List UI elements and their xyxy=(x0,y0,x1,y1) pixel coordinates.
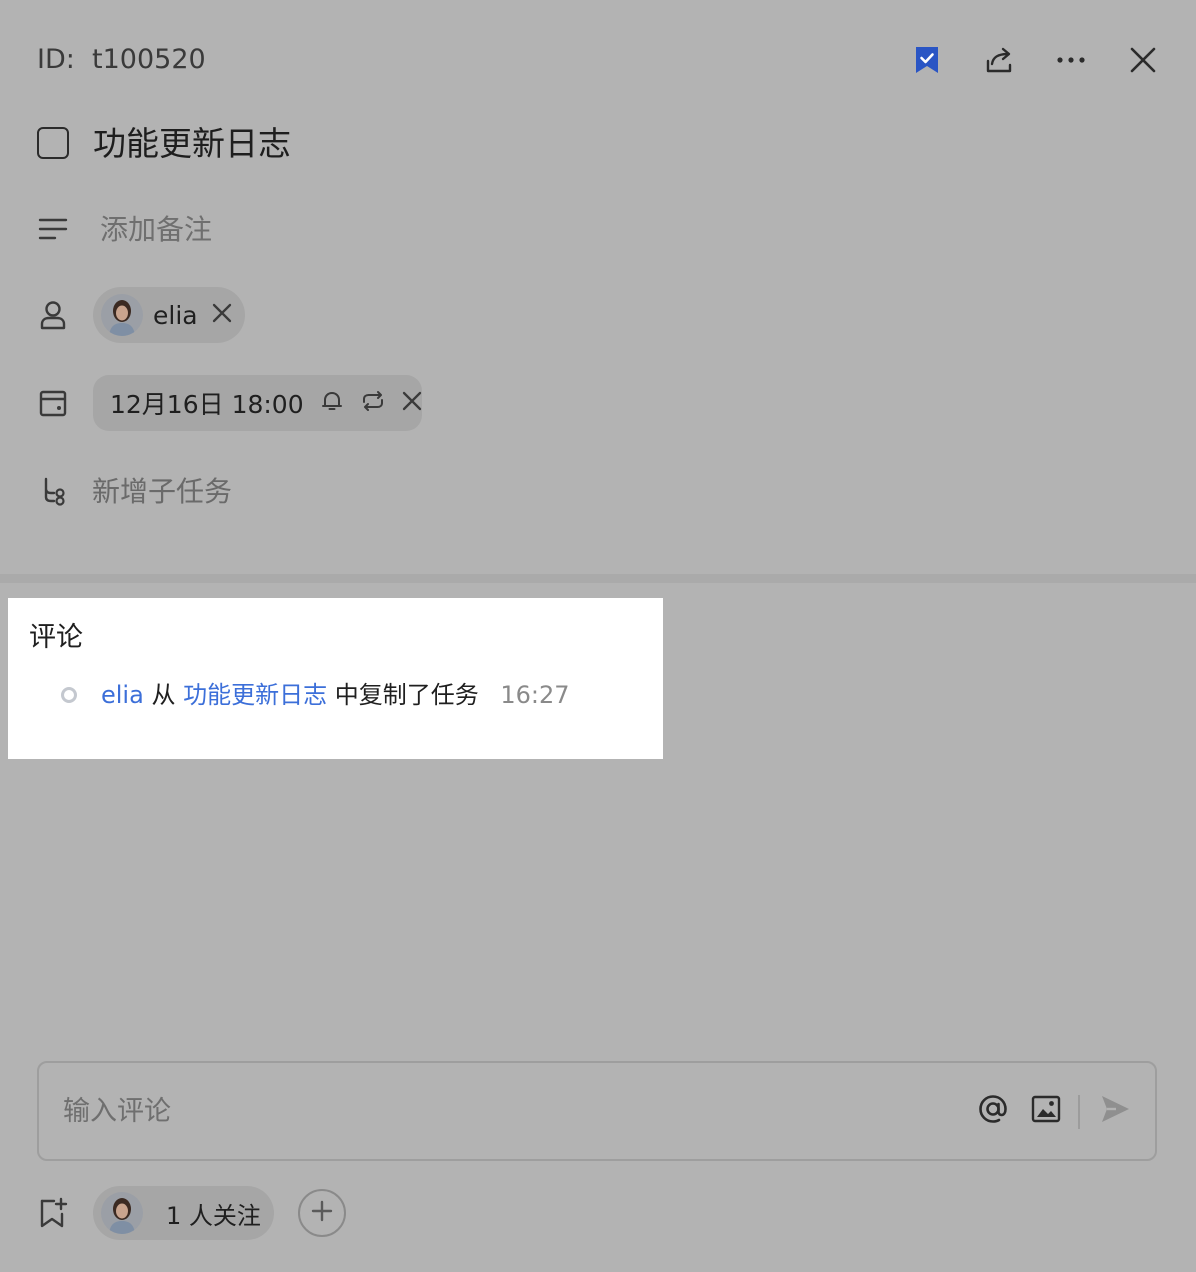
timeline-dot xyxy=(61,687,77,703)
note-icon xyxy=(34,210,72,248)
reminder-button[interactable] xyxy=(320,389,344,417)
activity-item: elia 从 功能更新日志 中复制了任务 16:27 xyxy=(101,678,570,712)
repeat-button[interactable] xyxy=(360,389,386,417)
subtask-icon xyxy=(34,473,72,511)
due-date-chip[interactable]: 12月16日 18:00 xyxy=(93,375,422,431)
due-date-text: 12月16日 18:00 xyxy=(110,390,304,419)
activity-action-text: 中复制了任务 xyxy=(334,681,479,709)
followers-chip[interactable]: 1 人关注 xyxy=(93,1186,274,1240)
send-icon xyxy=(1099,1093,1131,1129)
activity-user-link[interactable]: elia xyxy=(101,681,144,709)
add-follower-button[interactable] xyxy=(298,1189,346,1237)
bookmark-button[interactable] xyxy=(905,38,949,82)
assignee-chip[interactable]: elia xyxy=(93,287,245,343)
close-icon xyxy=(1129,46,1157,74)
comment-input[interactable] xyxy=(63,1091,943,1131)
remove-assignee-button[interactable] xyxy=(212,303,232,327)
follower-avatar xyxy=(101,1192,143,1234)
comments-panel: 评论 elia 从 功能更新日志 中复制了任务 16:27 xyxy=(8,598,663,759)
share-icon xyxy=(984,45,1014,75)
image-icon xyxy=(1031,1095,1061,1127)
repeat-icon xyxy=(360,389,386,417)
at-icon xyxy=(977,1093,1009,1129)
follow-icon[interactable] xyxy=(34,1194,72,1232)
avatar xyxy=(101,294,143,336)
clear-due-date-button[interactable] xyxy=(402,391,422,415)
activity-time: 16:27 xyxy=(500,681,570,709)
section-divider xyxy=(0,574,1196,583)
assignee-name: elia xyxy=(153,300,198,330)
bell-icon xyxy=(320,389,344,417)
followers-count: 1 人关注 xyxy=(166,1201,261,1230)
source-task-link[interactable]: 功能更新日志 xyxy=(183,681,327,709)
image-button[interactable] xyxy=(1026,1091,1066,1131)
add-note-field[interactable]: 添加备注 xyxy=(100,210,212,250)
close-button[interactable] xyxy=(1121,38,1165,82)
task-complete-checkbox[interactable] xyxy=(37,127,69,159)
mention-button[interactable] xyxy=(973,1091,1013,1131)
comments-heading: 评论 xyxy=(29,622,83,653)
send-button[interactable] xyxy=(1095,1091,1135,1131)
bookmark-check-icon xyxy=(914,45,940,75)
comment-box xyxy=(37,1061,1157,1161)
activity-from-text: 从 xyxy=(151,681,176,709)
calendar-icon xyxy=(34,384,72,422)
task-id-label: ID: t100520 xyxy=(37,44,206,75)
add-subtask-button[interactable]: 新增子任务 xyxy=(92,472,232,512)
plus-icon xyxy=(311,1200,333,1226)
more-icon xyxy=(1056,56,1086,64)
close-icon xyxy=(402,391,422,415)
person-icon xyxy=(34,296,72,334)
share-button[interactable] xyxy=(977,38,1021,82)
input-separator xyxy=(1078,1095,1080,1129)
more-button[interactable] xyxy=(1049,38,1093,82)
task-title[interactable]: 功能更新日志 xyxy=(93,122,291,166)
